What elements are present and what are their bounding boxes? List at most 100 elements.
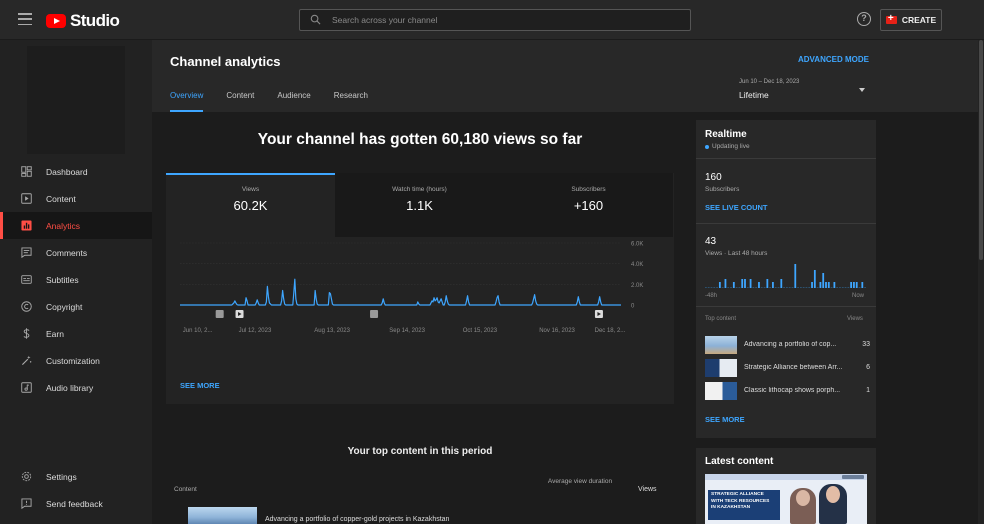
video-title[interactable]: Advancing a portfolio of copper-gold pro…: [265, 516, 449, 523]
youtube-play-icon: [46, 14, 66, 28]
menu-icon[interactable]: [18, 13, 32, 25]
search-placeholder: Search across your channel: [332, 15, 438, 25]
sidebar-label-settings: Settings: [46, 471, 77, 482]
x-tick-label: Nov 16, 2023: [539, 328, 575, 334]
column-header-content: Content: [174, 486, 197, 493]
realtime-bar: [791, 287, 794, 288]
list-item[interactable]: Advancing a portfolio of cop... 33: [705, 336, 870, 354]
person-image: [790, 488, 816, 524]
sidebar-item-dashboard[interactable]: Dashboard: [0, 158, 152, 185]
realtime-bar: [808, 287, 811, 288]
realtime-bar: [853, 282, 855, 288]
views-column-label: Views: [847, 316, 863, 322]
create-label: CREATE: [901, 15, 937, 25]
advanced-mode-button[interactable]: ADVANCED MODE: [798, 55, 869, 64]
y-tick-label: 0: [631, 304, 635, 310]
realtime-bar: [864, 287, 866, 288]
realtime-bar: [858, 287, 861, 288]
metric-value: +160: [573, 198, 604, 213]
sidebar-item-earn[interactable]: Earn: [0, 320, 152, 347]
live-dot-icon: [705, 144, 709, 149]
realtime-bar: [755, 287, 758, 288]
realtime-bar: [847, 287, 850, 288]
date-range-text[interactable]: Jun 10 – Dec 18, 2023: [739, 79, 799, 85]
video-title: Classic lithocap shows porph...: [744, 387, 841, 394]
list-item[interactable]: Classic lithocap shows porph... 1: [705, 382, 870, 400]
realtime-card: Realtime Updating live 160 Subscribers S…: [696, 120, 876, 438]
metric-label: Watch time (hours): [392, 186, 447, 193]
tab-research[interactable]: Research: [334, 91, 368, 100]
list-item[interactable]: Strategic Alliance between Arr... 6: [705, 359, 870, 377]
sidebar-label-send-feedback: Send feedback: [46, 498, 103, 509]
realtime-subscribers-label: Subscribers: [705, 186, 740, 193]
sidebar-item-settings[interactable]: Settings: [0, 463, 152, 490]
info-marker-icon: [370, 310, 379, 318]
x-tick-label: Oct 15, 2023: [463, 328, 498, 334]
search-box[interactable]: Search across your channel: [299, 9, 691, 31]
x-tick-label: Sep 14, 2023: [389, 328, 425, 334]
video-thumbnail: [705, 382, 737, 400]
realtime-bar: [727, 287, 730, 288]
date-range-label[interactable]: Lifetime: [739, 90, 769, 100]
metric-views[interactable]: Views 60.2K: [166, 173, 335, 237]
views-line-chart: 6.0K 4.0K 2.0K 0 Jun 10, 2... Jul 12, 2023 Aug…: [180, 242, 643, 334]
realtime-bar: [718, 282, 721, 288]
latest-content-title: Latest content: [705, 456, 774, 467]
tab-overview[interactable]: Overview: [170, 91, 204, 112]
sidebar-item-audio-library[interactable]: Audio library: [0, 374, 152, 401]
sidebar-item-subtitles[interactable]: Subtitles: [0, 266, 152, 293]
metric-label: Subscribers: [571, 186, 606, 193]
sidebar-label-analytics: Analytics: [46, 220, 81, 231]
studio-logo[interactable]: Studio: [46, 11, 120, 31]
realtime-bar: [746, 287, 749, 288]
sidebar-item-content[interactable]: Content: [0, 185, 152, 212]
comments-icon: [21, 247, 32, 258]
divider: [696, 223, 876, 224]
metric-tabs: Views 60.2K Watch time (hours) 1.1K Subs…: [166, 173, 674, 237]
metric-label: Views: [241, 186, 260, 193]
chevron-down-icon[interactable]: [859, 88, 865, 92]
thumbnail-caption: STRATEGIC ALLIANCE WITH TECK RESOURCES I…: [708, 490, 780, 520]
sidebar-item-analytics[interactable]: Analytics: [0, 212, 152, 239]
channel-avatar-area[interactable]: [27, 46, 125, 154]
realtime-bar: [830, 287, 833, 288]
realtime-bar: [799, 287, 802, 288]
thumbnail-line: IN KAZAKHSTAN: [711, 505, 751, 510]
realtime-bar-chart: [705, 264, 866, 288]
realtime-bar: [825, 282, 827, 288]
sidebar-label-customization: Customization: [46, 355, 100, 366]
logo-text: Studio: [70, 11, 120, 30]
realtime-bar: [819, 282, 822, 288]
video-views: 1: [866, 387, 870, 394]
realtime-bar: [794, 264, 797, 288]
see-more-link[interactable]: SEE MORE: [180, 381, 220, 390]
realtime-subscribers-count: 160: [705, 172, 722, 183]
earn-icon: [23, 328, 30, 339]
sidebar-item-customization[interactable]: Customization: [0, 347, 152, 374]
realtime-bar: [780, 279, 783, 288]
realtime-bar: [788, 287, 791, 288]
realtime-bar: [735, 287, 738, 288]
scrollbar-thumb[interactable]: [979, 40, 983, 260]
help-icon[interactable]: ?: [857, 12, 871, 26]
metric-subscribers[interactable]: Subscribers +160: [504, 173, 673, 237]
tab-content[interactable]: Content: [226, 91, 254, 100]
sidebar-item-comments[interactable]: Comments: [0, 239, 152, 266]
create-button[interactable]: CREATE: [880, 9, 942, 31]
realtime-bar: [839, 287, 841, 288]
sidebar-item-copyright[interactable]: Copyright: [0, 293, 152, 320]
realtime-see-more-link[interactable]: SEE MORE: [705, 415, 745, 424]
see-live-count-link[interactable]: SEE LIVE COUNT: [705, 203, 768, 212]
video-views: 6: [866, 364, 870, 371]
latest-video-thumbnail[interactable]: STRATEGIC ALLIANCE WITH TECK RESOURCES I…: [705, 474, 867, 524]
sidebar-item-send-feedback[interactable]: Send feedback: [0, 490, 152, 517]
realtime-bar: [744, 279, 746, 288]
video-thumbnail[interactable]: [188, 507, 257, 524]
tab-audience[interactable]: Audience: [277, 91, 310, 100]
realtime-bar: [716, 287, 718, 288]
realtime-bar: [811, 282, 813, 288]
sidebar-label-dashboard: Dashboard: [46, 166, 88, 177]
main-scrollbar[interactable]: [978, 40, 984, 524]
metric-watch-time[interactable]: Watch time (hours) 1.1K: [335, 173, 504, 237]
metric-value: 1.1K: [406, 198, 433, 213]
